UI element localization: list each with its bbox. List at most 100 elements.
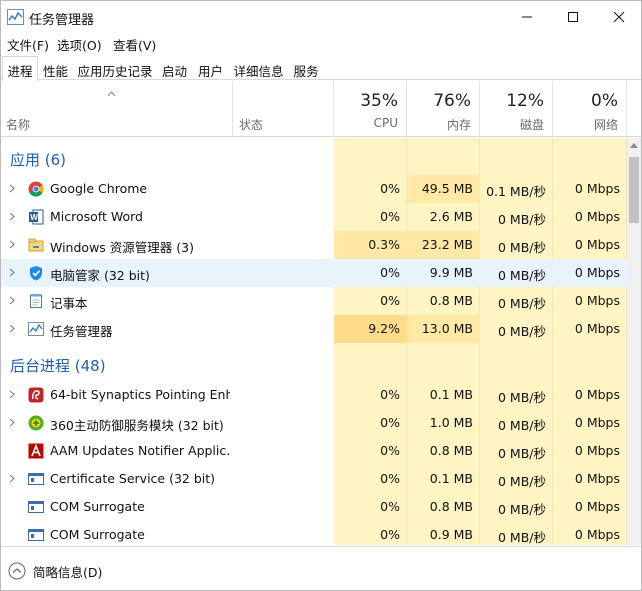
process-name: Microsoft Word [50,209,143,224]
close-button[interactable] [596,1,642,33]
process-network: 0 Mbps [574,387,620,402]
process-network: 0 Mbps [574,209,620,224]
process-disk: 0 MB/秒 [480,259,553,287]
process-memory: 0.8 MB [429,443,473,458]
process-network: 0 Mbps [574,415,620,430]
process-memory: 2.6 MB [429,209,473,224]
process-disk: 0 MB/秒 [498,502,546,517]
adobe-icon [28,443,44,459]
process-name: 电脑管家 (32 bit) [50,268,150,283]
process-disk: 0 MB/秒 [498,212,546,227]
process-disk: 0 MB/秒 [498,418,546,433]
process-memory: 0.8 MB [429,499,473,514]
process-row[interactable]: 360主动防御服务模块 (32 bit) 0% 1.0 MB 0 MB/秒 0 … [1,409,627,437]
process-memory: 1.0 MB [429,415,473,430]
process-row[interactable]: COM Surrogate 0% 0.8 MB 0 MB/秒 0 Mbps [1,493,627,521]
maximize-button[interactable] [550,1,596,33]
process-memory: 0.9 MB [429,527,473,542]
menu-options[interactable]: 选项(O) [57,35,102,54]
process-memory: 9.9 MB [407,259,480,287]
process-row[interactable]: W Microsoft Word 0% 2.6 MB 0 MB/秒 0 Mbps [1,203,627,231]
process-cpu: 0% [380,471,400,486]
disk-total-percent: 12% [506,91,544,111]
task-manager-app-icon [7,9,24,25]
chevron-right-icon[interactable] [9,296,15,305]
tab-strip: 进程 性能 应用历史记录 启动 用户 详细信息 服务 [1,56,641,81]
column-name-header[interactable]: 名称 [1,81,233,137]
task-manager-window: 任务管理器 文件(F) 选项(O) 查看(V) 进程 性能 应用历史记录 启动 … [0,0,642,591]
process-row[interactable]: Windows 资源管理器 (3) 0.3% 23.2 MB 0 MB/秒 0 … [1,231,627,259]
process-disk: 0 MB/秒 [498,296,546,311]
shield-icon [30,266,42,281]
memory-total-percent: 76% [433,91,471,111]
column-header: 名称 状态 35% CPU 76% 内存 12% 磁盘 0% 网络 [1,81,641,137]
menu-file[interactable]: 文件(F) [7,35,49,54]
taskmgr-icon [28,322,44,336]
process-memory: 49.5 MB [407,175,480,203]
tab-performance[interactable]: 性能 [39,56,72,80]
process-network: 0 Mbps [574,321,620,336]
tab-app-history[interactable]: 应用历史记录 [74,56,156,80]
process-row[interactable]: Certificate Service (32 bit) 0% 0.1 MB 0… [1,465,627,493]
process-row[interactable]: COM Surrogate 0% 0.9 MB 0 MB/秒 0 Mbps [1,521,627,545]
scroll-up-arrow-icon[interactable] [629,142,639,149]
word-icon: W [29,209,44,225]
process-cpu: 0% [380,527,400,542]
process-disk: 0 MB/秒 [498,390,546,405]
process-row[interactable]: AAM Updates Notifier Applic... 0% 0.8 MB… [1,437,627,465]
process-network: 0 Mbps [574,471,620,486]
group-background-title[interactable]: 后台进程 (48) [10,355,106,376]
chevron-right-icon[interactable] [9,324,15,333]
column-memory-header[interactable]: 76% 内存 [407,81,480,137]
process-memory: 0.8 MB [429,293,473,308]
vertical-scrollbar[interactable] [627,138,641,545]
column-name-label: 名称 [6,118,31,132]
chevron-right-icon[interactable] [9,268,15,277]
process-disk: 0 MB/秒 [498,324,546,339]
minimize-button[interactable] [504,1,550,33]
process-network: 0 Mbps [574,293,620,308]
process-network: 0 Mbps [574,499,620,514]
process-cpu: 0% [380,387,400,402]
process-row[interactable]: 电脑管家 (32 bit) 0% 9.9 MB 0 MB/秒 0 Mbps [1,259,627,287]
column-network-header[interactable]: 0% 网络 [553,81,627,137]
chevron-right-icon[interactable] [9,390,15,399]
chevron-right-icon[interactable] [9,474,15,483]
column-disk-header[interactable]: 12% 磁盘 [480,81,553,137]
column-status-label: 状态 [239,118,264,132]
column-status-header[interactable]: 状态 [233,81,334,137]
process-disk: 0.1 MB/秒 [486,184,546,199]
process-network: 0 Mbps [574,181,620,196]
tab-processes[interactable]: 进程 [2,56,38,81]
scrollbar-thumb[interactable] [629,157,639,223]
chevron-right-icon[interactable] [9,418,15,427]
process-row[interactable]: Google Chrome 0% 49.5 MB 0.1 MB/秒 0 Mbps [1,175,627,203]
chevron-right-icon[interactable] [9,240,15,249]
process-name: Certificate Service (32 bit) [50,471,216,486]
footer-bar: 简略信息(D) [1,546,641,590]
process-row[interactable]: 任务管理器 9.2% 13.0 MB 0 MB/秒 0 Mbps [1,315,627,343]
column-cpu-header[interactable]: 35% CPU [334,81,407,137]
process-cpu: 9.2% [334,315,407,343]
process-memory: 23.2 MB [407,231,480,259]
process-cpu: 0% [380,443,400,458]
notepad-icon [30,294,42,308]
fewer-details-link[interactable]: 简略信息(D) [33,562,102,581]
process-row[interactable]: 64-bit Synaptics Pointing Enh... 0% 0.1 … [1,381,627,409]
column-memory-label: 内存 [446,118,471,132]
process-row[interactable]: 记事本 0% 0.8 MB 0 MB/秒 0 Mbps [1,287,627,315]
group-apps-title[interactable]: 应用 (6) [10,149,66,170]
process-network: 0 Mbps [574,443,620,458]
tab-users[interactable]: 用户 [194,56,227,80]
chevron-right-icon[interactable] [9,184,15,193]
window-title: 任务管理器 [29,13,95,28]
process-name: 任务管理器 [50,324,113,339]
process-cpu: 0% [334,259,407,287]
collapse-details-icon[interactable] [8,562,26,580]
chevron-right-icon[interactable] [9,212,15,221]
menu-view[interactable]: 查看(V) [113,35,156,54]
tab-startup[interactable]: 启动 [158,56,191,80]
tab-details[interactable]: 详细信息 [230,56,287,80]
tab-services[interactable]: 服务 [289,56,323,80]
process-cpu: 0% [380,415,400,430]
